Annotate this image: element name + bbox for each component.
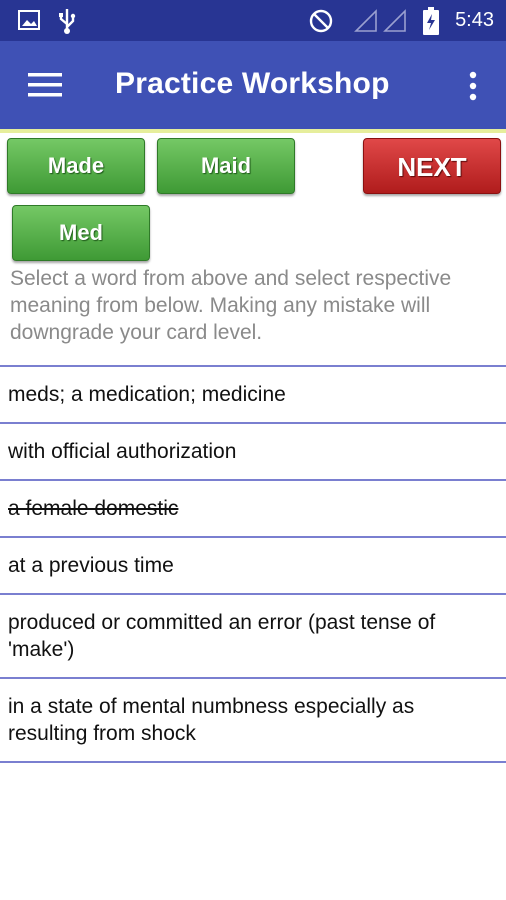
meaning-item[interactable]: at a previous time <box>0 538 506 593</box>
signal-icon <box>383 9 407 38</box>
app-bar-accent <box>0 129 506 133</box>
status-time: 5:43 <box>455 9 494 31</box>
meaning-item[interactable]: meds; a medication; medicine <box>0 367 506 422</box>
image-icon <box>18 10 40 35</box>
battery-charging-icon <box>423 7 439 40</box>
next-button[interactable]: NEXT <box>363 138 501 194</box>
meaning-item[interactable]: a female domestic <box>0 481 506 536</box>
instructions-text: Select a word from above and select resp… <box>10 267 452 344</box>
do-not-disturb-icon <box>309 9 333 38</box>
hamburger-menu-icon[interactable] <box>28 73 62 97</box>
meanings-list: meds; a medication; medicine with offici… <box>0 365 506 763</box>
meaning-item[interactable]: produced or committed an error (past ten… <box>0 595 506 677</box>
divider <box>0 761 506 763</box>
meaning-item[interactable]: in a state of mental numbness especially… <box>0 679 506 761</box>
status-bar: 5:43 <box>0 0 506 41</box>
signal-icon <box>354 9 378 38</box>
word-button-med[interactable]: Med <box>12 205 150 261</box>
usb-icon <box>57 8 77 39</box>
more-vert-icon[interactable] <box>468 71 478 101</box>
meaning-item[interactable]: with official authorization <box>0 424 506 479</box>
page-title: Practice Workshop <box>115 67 390 100</box>
word-button-maid[interactable]: Maid <box>157 138 295 194</box>
app-bar: Practice Workshop <box>0 41 506 129</box>
word-button-made[interactable]: Made <box>7 138 145 194</box>
